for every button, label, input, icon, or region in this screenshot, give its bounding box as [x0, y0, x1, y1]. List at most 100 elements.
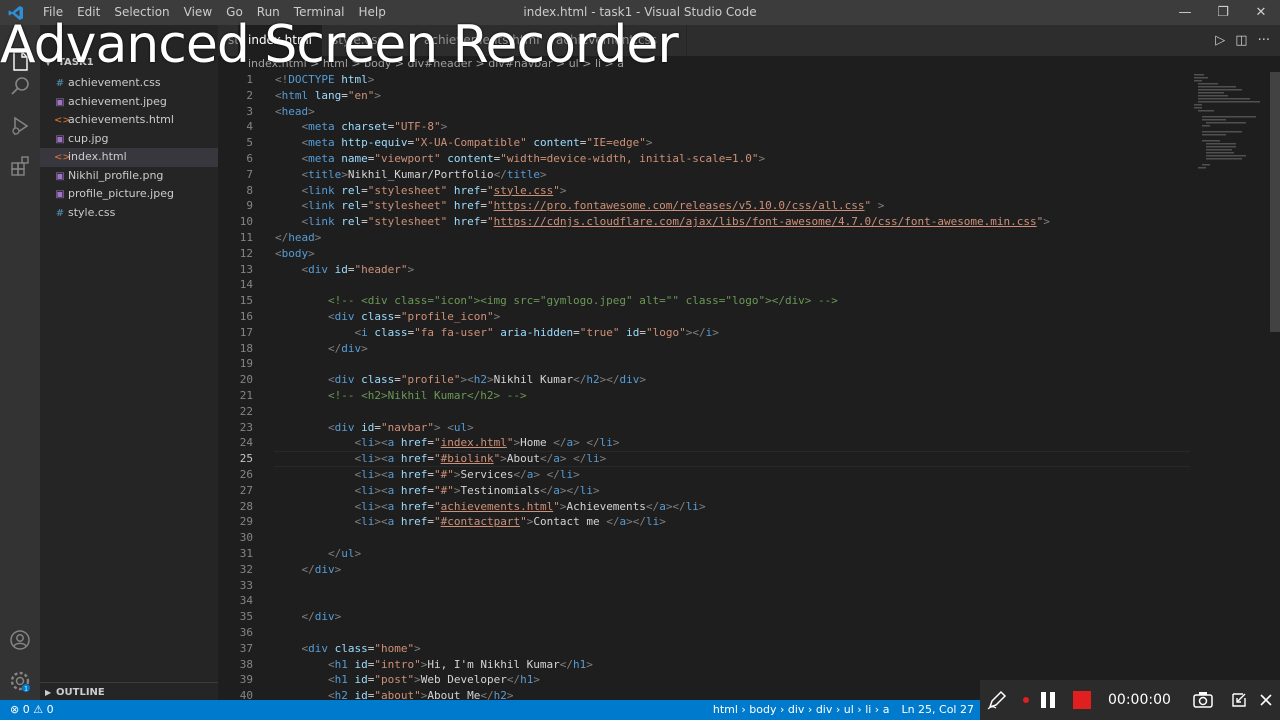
error-icon: ⊗	[10, 703, 20, 716]
cursor-position[interactable]: Ln 25, Col 27	[901, 700, 974, 720]
code-editor[interactable]: 1 <!DOCTYPE html> 2 <html lang="en"> 3 <head>…	[218, 72, 1190, 702]
code-line[interactable]: 29 <li><a href="#contactpart">Contact me…	[218, 514, 1190, 530]
code-line[interactable]: 36	[218, 625, 1190, 641]
code-line[interactable]: 32 </div>	[218, 562, 1190, 578]
close-recorder-icon[interactable]	[1259, 693, 1273, 707]
line-number: 25	[239, 452, 253, 466]
minimize-recorder-icon[interactable]	[1231, 692, 1247, 708]
code-line[interactable]: 16 <div class="profile_icon">	[218, 309, 1190, 325]
code-line[interactable]: 14	[218, 277, 1190, 293]
line-source: <div id="navbar"> <ul>	[327, 420, 474, 434]
code-line[interactable]: 17 <i class="fa fa-user" aria-hidden="tr…	[218, 325, 1190, 341]
minimap[interactable]	[1190, 72, 1270, 700]
code-line[interactable]: 11 </head>	[218, 230, 1190, 246]
activity-bar: 1	[0, 25, 40, 700]
code-line[interactable]: 20 <div class="profile"><h2>Nikhil Kumar…	[218, 372, 1190, 388]
code-line[interactable]: 9 <link rel="stylesheet" href="https://p…	[218, 198, 1190, 214]
outline-label: OUTLINE	[56, 687, 105, 698]
code-line[interactable]: 12 <body>	[218, 246, 1190, 262]
pause-icon[interactable]	[1038, 690, 1058, 710]
run-debug-icon[interactable]	[8, 114, 32, 138]
code-line[interactable]: 6 <meta name="viewport" content="width=d…	[218, 151, 1190, 167]
line-source: <div class="home">	[301, 641, 421, 655]
file-item[interactable]: ▣ cup.jpg	[40, 130, 218, 149]
code-line[interactable]: 25 <li><a href="#biolink">About</a> </li…	[218, 451, 1190, 467]
file-item[interactable]: ▣ achievement.jpeg	[40, 93, 218, 112]
code-line[interactable]: 24 <li><a href="index.html">Home </a> </…	[218, 435, 1190, 451]
line-number: 18	[239, 341, 253, 355]
stop-record-icon[interactable]	[1072, 690, 1092, 710]
code-line[interactable]: 10 <link rel="stylesheet" href="https://…	[218, 214, 1190, 230]
code-line[interactable]: 2 <html lang="en">	[218, 88, 1190, 104]
file-item[interactable]: ▣ profile_picture.jpeg	[40, 185, 218, 204]
run-icon[interactable]: ▷	[1215, 33, 1225, 48]
minimize-button[interactable]: —	[1166, 0, 1204, 25]
code-line[interactable]: 30	[218, 530, 1190, 546]
minimap-preview	[1194, 74, 1260, 169]
code-line[interactable]: 26 <li><a href="#">Services</a> </li>	[218, 467, 1190, 483]
code-line[interactable]: 13 <div id="header">	[218, 262, 1190, 278]
line-source: <li><a href="index.html">Home </a> </li>	[354, 436, 620, 450]
code-line[interactable]: 28 <li><a href="achievements.html">Achie…	[218, 499, 1190, 515]
line-number: 36	[239, 626, 253, 639]
line-source: </div>	[301, 562, 342, 576]
line-source: <div id="header">	[301, 262, 415, 276]
search-icon[interactable]	[8, 74, 32, 98]
line-number: 3	[246, 104, 253, 118]
line-source: </head>	[275, 231, 322, 244]
code-line[interactable]: 37 <div class="home">	[218, 641, 1190, 657]
file-item[interactable]: <>index.html	[40, 148, 218, 167]
recorder-watermark: Advanced Screen Recorder	[0, 15, 679, 75]
file-name: achievement.jpeg	[68, 94, 167, 108]
close-window-button[interactable]: ✕	[1242, 0, 1280, 25]
code-line[interactable]: 23 <div id="navbar"> <ul>	[218, 420, 1190, 436]
problems-indicator[interactable]: ⊗ 0 ⚠ 0	[10, 700, 54, 720]
more-actions-icon[interactable]: ···	[1258, 33, 1270, 48]
extensions-icon[interactable]	[8, 154, 32, 178]
line-number: 17	[239, 325, 253, 339]
line-number: 34	[239, 594, 253, 608]
code-line[interactable]: 7 <title>Nikhil_Kumar/Portfolio</title>	[218, 167, 1190, 183]
file-item[interactable]: ▣ Nikhil_profile.png	[40, 167, 218, 186]
line-number: 32	[239, 562, 253, 576]
file-item[interactable]: <>achievements.html	[40, 111, 218, 130]
line-source: </ul>	[327, 547, 362, 560]
file-item[interactable]: # achievement.css	[40, 74, 218, 93]
code-line[interactable]: 35 </div>	[218, 609, 1190, 625]
code-line[interactable]: 8 <link rel="stylesheet" href="style.css…	[218, 183, 1190, 199]
svg-text:1: 1	[24, 686, 28, 693]
line-source: <!-- <h2>Nikhil Kumar</h2> -->	[327, 389, 527, 402]
code-line[interactable]: 27 <li><a href="#">Testinomials</a></li>	[218, 483, 1190, 499]
line-source: <title>Nikhil_Kumar/Portfolio</title>	[301, 167, 547, 181]
code-line[interactable]: 5 <meta http-equiv="X-UA-Compatible" con…	[218, 135, 1190, 151]
vertical-scrollbar[interactable]	[1270, 72, 1280, 700]
code-line[interactable]: 38 <h1 id="intro">Hi, I'm Nikhil Kumar</…	[218, 657, 1190, 673]
line-source: <li><a href="#">Services</a> </li>	[354, 468, 580, 481]
code-line[interactable]: 21 <!-- <h2>Nikhil Kumar</h2> -->	[218, 388, 1190, 404]
line-source: <li><a href="#">Testinomials</a></li>	[354, 483, 600, 497]
code-line[interactable]: 3 <head>	[218, 104, 1190, 120]
code-line[interactable]: 22	[218, 404, 1190, 420]
line-number: 15	[239, 294, 253, 308]
line-number: 5	[246, 136, 253, 150]
line-number: 23	[239, 420, 253, 434]
code-line[interactable]: 33	[218, 578, 1190, 594]
code-line[interactable]: 19	[218, 356, 1190, 372]
scrollbar-thumb[interactable]	[1270, 72, 1280, 332]
pen-draw-icon[interactable]	[986, 689, 1008, 711]
code-line[interactable]: 4 <meta charset="UTF-8">	[218, 119, 1190, 135]
line-number: 9	[246, 199, 253, 213]
status-element-path[interactable]: html › body › div › div › ul › li › a	[713, 700, 890, 720]
file-item[interactable]: # style.css	[40, 204, 218, 223]
account-icon[interactable]	[8, 628, 32, 652]
code-line[interactable]: 31 </ul>	[218, 546, 1190, 562]
maximize-button[interactable]: ❐	[1204, 0, 1242, 25]
settings-gear-icon[interactable]: 1	[8, 669, 32, 693]
line-number: 12	[239, 246, 253, 260]
camera-icon[interactable]	[1193, 691, 1213, 709]
split-editor-icon[interactable]: ◫	[1235, 33, 1247, 48]
line-number: 31	[239, 547, 253, 560]
code-line[interactable]: 18 </div>	[218, 341, 1190, 357]
code-line[interactable]: 34	[218, 593, 1190, 609]
code-line[interactable]: 15 <!-- <div class="icon"><img src="gyml…	[218, 293, 1190, 309]
